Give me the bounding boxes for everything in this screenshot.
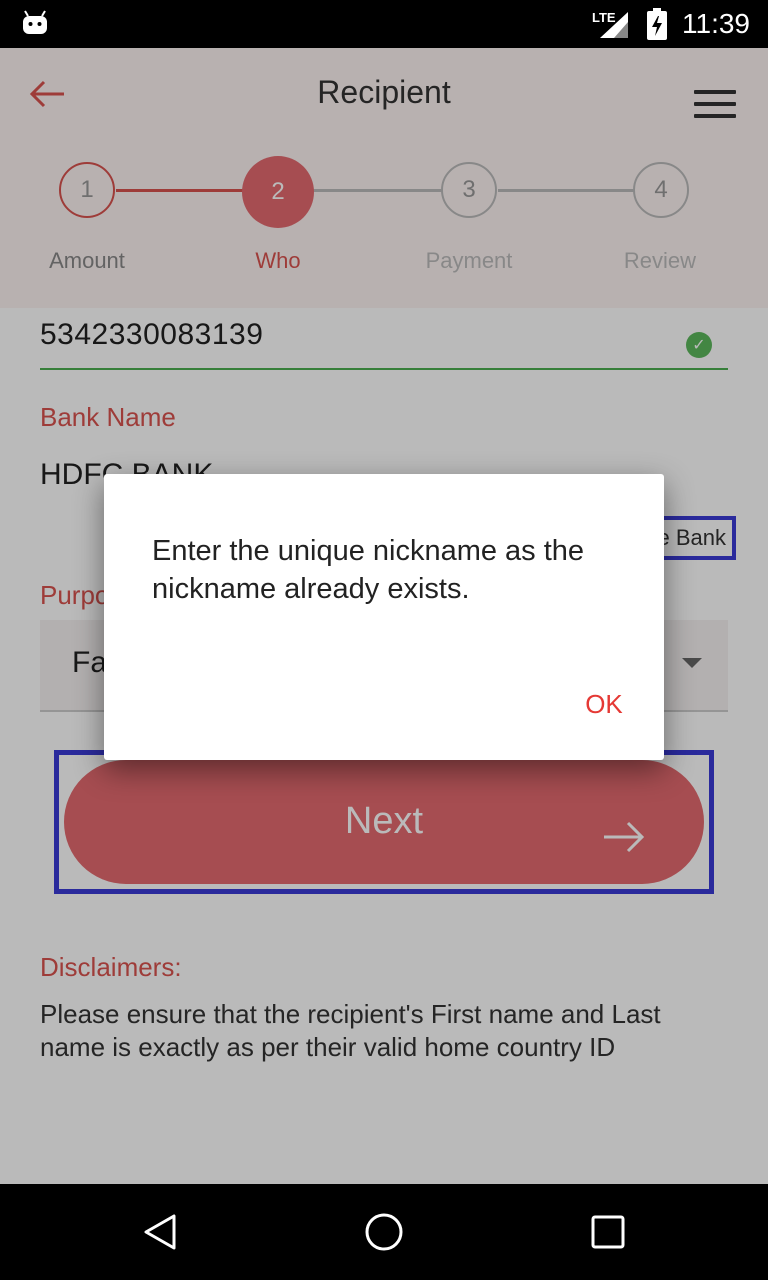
clock: 11:39	[682, 8, 750, 39]
android-icon	[23, 10, 47, 34]
ok-button[interactable]: OK	[564, 684, 644, 724]
alert-dialog: Enter the unique nickname as the nicknam…	[104, 474, 664, 760]
dialog-message: Enter the unique nickname as the nicknam…	[152, 535, 585, 605]
signal-icon	[600, 12, 628, 38]
nav-back-icon[interactable]	[140, 1212, 180, 1252]
battery-icon	[647, 8, 667, 40]
nav-home-icon[interactable]	[364, 1212, 404, 1252]
nav-recents-icon[interactable]	[588, 1212, 628, 1252]
status-bar: LTE 11:39	[0, 0, 768, 48]
system-nav-bar	[0, 1184, 768, 1280]
